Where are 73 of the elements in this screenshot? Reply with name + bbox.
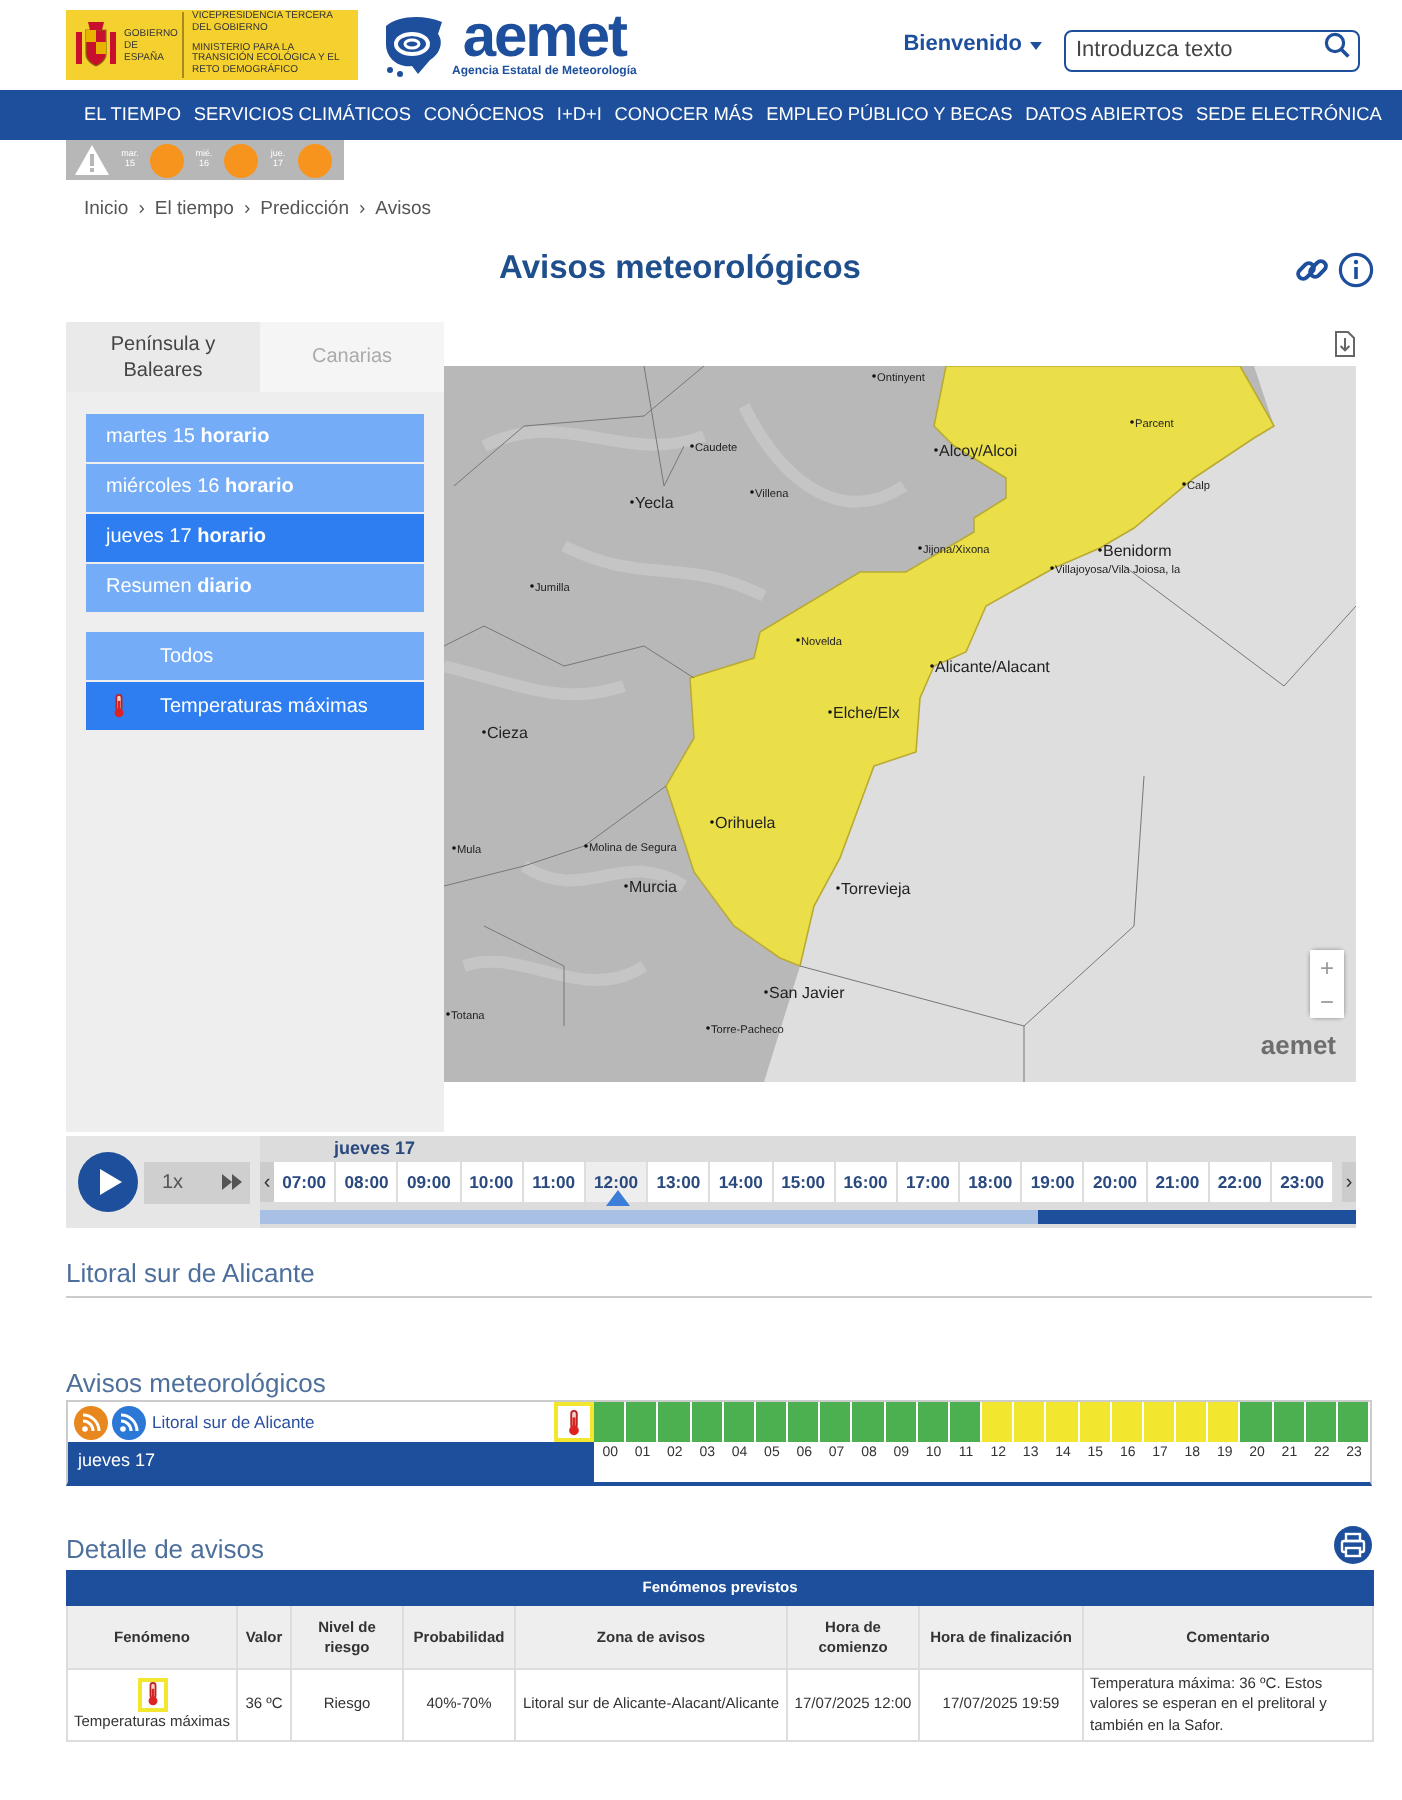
rss-icon[interactable] bbox=[112, 1405, 146, 1440]
hour-tab[interactable]: 08:00 bbox=[336, 1162, 399, 1203]
nav-link[interactable]: SEDE ELECTRÓNICA bbox=[1196, 101, 1382, 129]
breadcrumb-separator: › bbox=[138, 196, 145, 224]
place-label: Alcoy/Alcoi bbox=[939, 442, 1018, 461]
hour-tab[interactable]: 14:00 bbox=[710, 1162, 773, 1203]
breadcrumb-separator: › bbox=[359, 196, 366, 224]
next-button[interactable]: › bbox=[1342, 1162, 1356, 1203]
hour-tab[interactable]: 19:00 bbox=[1022, 1162, 1085, 1203]
timeline-day: jueves 17 bbox=[260, 1136, 1356, 1163]
speed-button[interactable]: 1x bbox=[144, 1161, 250, 1204]
fast-forward-icon[interactable] bbox=[222, 1174, 242, 1191]
hour-tab[interactable]: 09:00 bbox=[398, 1162, 462, 1203]
nav-link[interactable]: CONÓCENOS bbox=[423, 101, 545, 129]
place-label: Orihuela bbox=[715, 814, 776, 833]
info-icon[interactable] bbox=[1338, 252, 1374, 289]
hour-tab[interactable]: 15:00 bbox=[773, 1162, 836, 1203]
day-label: jueves 17 bbox=[68, 1442, 594, 1483]
previous-button[interactable]: ‹ bbox=[260, 1162, 274, 1203]
place-label: Torrevieja bbox=[841, 880, 911, 899]
place-label: Yecla bbox=[635, 494, 674, 513]
hour-tab[interactable]: 11:00 bbox=[523, 1162, 586, 1203]
map-attribution: aemet bbox=[1260, 1027, 1336, 1064]
place-label: Cieza bbox=[487, 724, 528, 743]
brand-name: aemet bbox=[462, 9, 627, 63]
logo-icon[interactable] bbox=[380, 13, 448, 77]
nav-link[interactable]: EL TIEMPO bbox=[84, 101, 182, 129]
breadcrumb-separator: › bbox=[243, 196, 251, 224]
search-field[interactable]: Introduzca texto bbox=[1064, 29, 1360, 71]
breadcrumb-link[interactable]: Predicción bbox=[260, 196, 349, 225]
hour-tab[interactable]: 20:00 bbox=[1084, 1162, 1148, 1203]
hour-tab[interactable]: 23:00 bbox=[1272, 1162, 1335, 1203]
place-label: San Javier bbox=[769, 984, 845, 1003]
place-label: Elche/Elx bbox=[833, 704, 900, 723]
filter-item[interactable]: Temperaturas máximas bbox=[86, 682, 424, 731]
breadcrumb-link[interactable]: Avisos bbox=[375, 196, 431, 225]
thermometer-icon bbox=[566, 1409, 582, 1436]
breadcrumb-link[interactable]: Inicio bbox=[84, 196, 129, 225]
play-icon[interactable] bbox=[78, 1152, 138, 1213]
zone-heading: Litoral sur de Alicante bbox=[66, 1258, 1372, 1298]
region-tab[interactable]: Península y Baleares bbox=[66, 322, 260, 393]
place-label: Murcia bbox=[629, 878, 678, 897]
nav-link[interactable]: CONOCER MÁS bbox=[614, 101, 754, 129]
nav-link[interactable]: SERVICIOS CLIMÁTICOS bbox=[193, 101, 411, 129]
coat-of-arms-icon bbox=[74, 19, 118, 71]
thermometer-icon bbox=[145, 1682, 159, 1707]
place-label: Alicante/Alacant bbox=[935, 658, 1050, 677]
hour-tab[interactable]: 12:00 bbox=[585, 1162, 649, 1203]
download-icon[interactable] bbox=[1334, 330, 1356, 359]
zone-link[interactable]: Litoral sur de Alicante bbox=[152, 1409, 315, 1436]
hour-tab[interactable]: 17:00 bbox=[897, 1162, 961, 1203]
breadcrumb-link[interactable]: El tiempo bbox=[154, 196, 234, 225]
hour-tab[interactable]: 18:00 bbox=[960, 1162, 1023, 1203]
page-title: Avisos meteorológicos bbox=[499, 250, 861, 291]
user-menu-button[interactable]: Bienvenido bbox=[897, 28, 1048, 62]
section-heading: Detalle de avisos bbox=[66, 1533, 264, 1565]
caret-icon bbox=[1030, 41, 1042, 49]
rss-icon[interactable] bbox=[74, 1405, 108, 1440]
section-heading: Avisos meteorológicos bbox=[66, 1367, 328, 1399]
print-icon[interactable] bbox=[1334, 1526, 1372, 1565]
place-label: Benidorm bbox=[1103, 542, 1172, 561]
search-icon[interactable] bbox=[1324, 32, 1350, 58]
nav-link[interactable]: DATOS ABIERTOS bbox=[1025, 101, 1184, 129]
nav-link[interactable]: EMPLEO PÚBLICO Y BECAS bbox=[766, 101, 1013, 129]
day-tab[interactable]: jueves 17 horario bbox=[86, 514, 424, 563]
hour-tab[interactable]: 22:00 bbox=[1209, 1162, 1272, 1203]
thermometer-icon bbox=[112, 694, 126, 719]
hour-tab[interactable]: 21:00 bbox=[1147, 1162, 1210, 1203]
hour-tab[interactable]: 10:00 bbox=[461, 1162, 524, 1203]
nav-link[interactable]: I+D+I bbox=[556, 101, 602, 129]
hour-tab[interactable]: 16:00 bbox=[835, 1162, 898, 1203]
hour-tab[interactable]: 13:00 bbox=[648, 1162, 711, 1203]
hour-tab[interactable]: 07:00 bbox=[274, 1162, 337, 1203]
